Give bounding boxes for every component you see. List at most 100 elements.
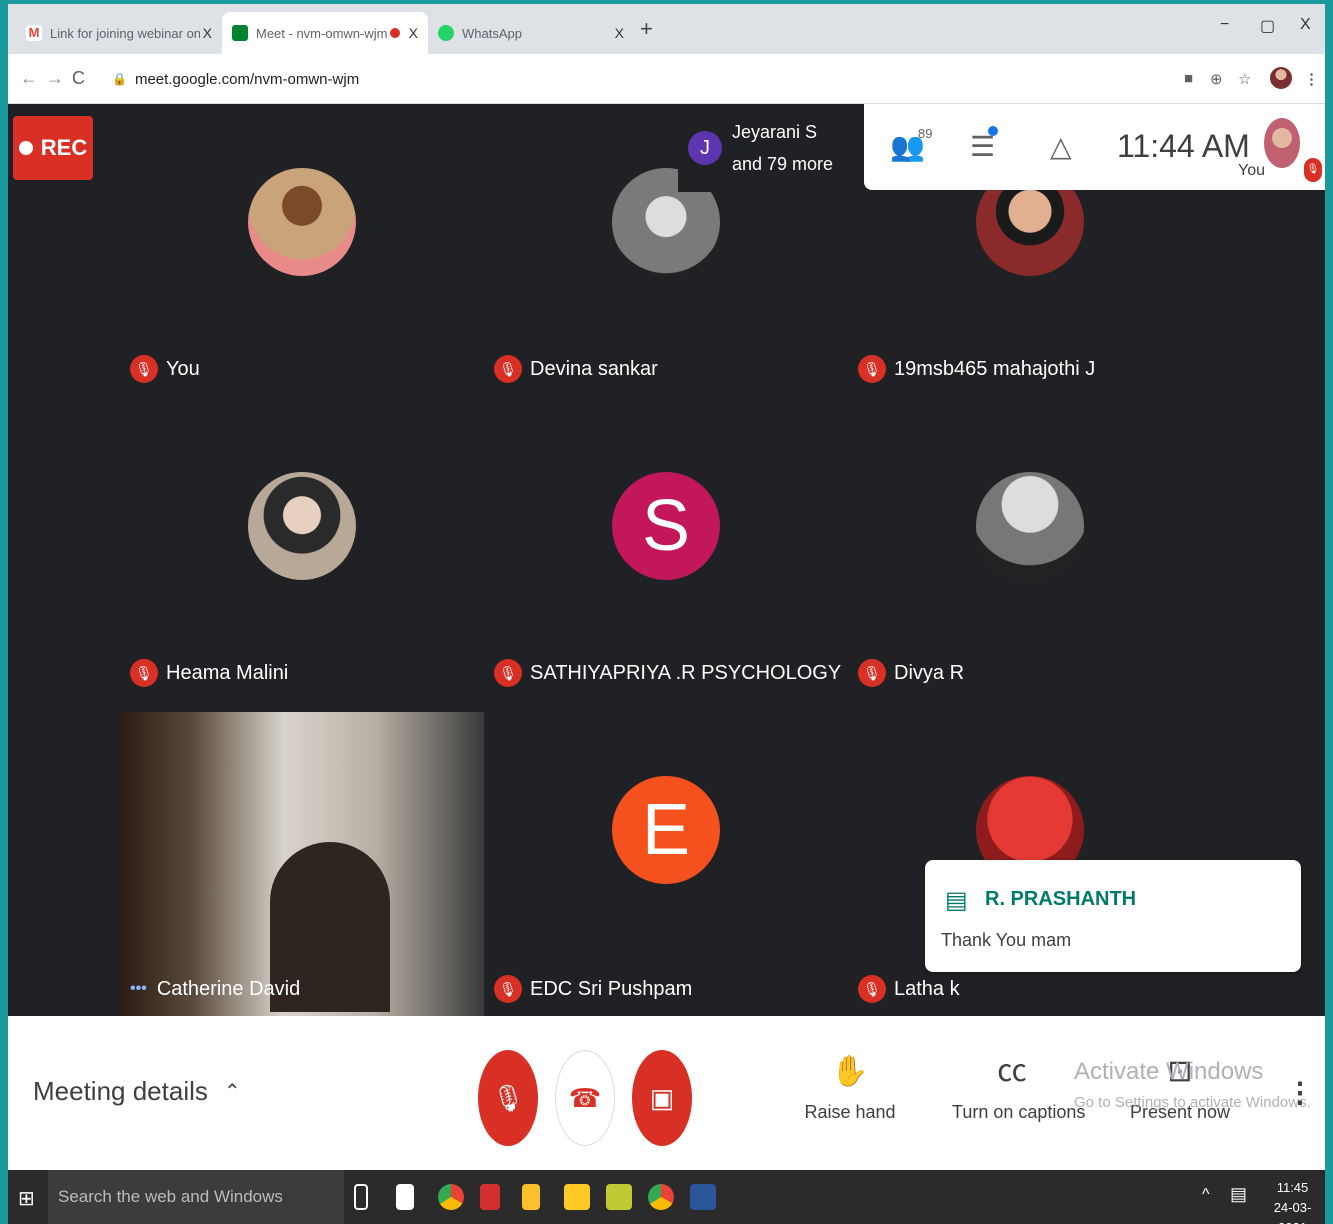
captions-label: Turn on captions (952, 1102, 1086, 1122)
participant-tile[interactable]: 🎙 Divya R (848, 408, 1212, 712)
participant-name: SATHIYAPRIYA .R PSYCHOLOGY (530, 661, 842, 684)
chrome-icon[interactable] (438, 1184, 464, 1210)
bookmark-star-icon[interactable]: ☆ (1238, 70, 1251, 88)
participant-tile[interactable]: 🎙 You (120, 104, 484, 408)
participant-name-row: 🎙 Latha k (858, 974, 960, 1004)
meet-top-toolbar: 👥 89 ☰ △ 11:44 AM You 🎙 (864, 104, 1325, 190)
presence-avatar: J (688, 131, 722, 165)
window-close-button[interactable]: X (1300, 16, 1311, 34)
participant-name: Divya R (894, 661, 965, 684)
address-bar: ← → C 🔒 meet.google.com/nvm-omwn-wjm ■ ⊕… (8, 54, 1325, 104)
avatar-letter: E (641, 790, 691, 870)
participant-tile[interactable]: S 🎙 SATHIYAPRIYA .R PSYCHOLOGY (484, 408, 848, 712)
meet-stage: REC 🎙 You 🎙 Devina sankar 🎙 19msb465 mah… (8, 104, 1325, 1016)
tab-close-button[interactable]: X (615, 25, 624, 41)
taskbar-search-placeholder: Search the web and Windows (58, 1187, 283, 1206)
leave-call-button[interactable]: ☎ (555, 1050, 615, 1146)
participant-tile[interactable]: E 🎙 EDC Sri Pushpam (484, 712, 848, 1016)
task-view-icon[interactable] (354, 1184, 368, 1210)
url-text: meet.google.com/nvm-omwn-wjm (134, 70, 360, 88)
camera-toggle-button[interactable]: ▣ (632, 1050, 692, 1146)
participants-summary[interactable]: J Jeyarani S and 79 more (678, 104, 864, 192)
self-view-avatar[interactable] (1264, 118, 1300, 168)
self-view-label: You (1238, 162, 1265, 179)
tab-title: Link for joining webinar on Work (50, 25, 200, 41)
tab-close-button[interactable]: X (409, 25, 418, 41)
menu-dots-icon[interactable]: ⋮ (1304, 70, 1319, 88)
chat-message-icon: ▤ (945, 887, 968, 914)
file-explorer-icon[interactable] (564, 1184, 590, 1210)
participant-name-row: ••• Catherine David (130, 974, 300, 1004)
participant-count: 89 (918, 126, 933, 141)
activities-icon[interactable]: △ (1050, 130, 1072, 163)
activate-windows-subtitle: Go to Settings to activate Windows. (1074, 1094, 1311, 1111)
back-icon[interactable]: ← (20, 68, 38, 89)
recording-indicator-icon (390, 28, 400, 38)
chat-message: Thank You mam (941, 930, 1072, 950)
avatar-letter: S (641, 486, 691, 566)
taskbar-date: 24-03-2021 (1273, 1200, 1312, 1224)
taskbar-clock[interactable]: 11:45 24-03-2021 (1260, 1178, 1325, 1224)
mic-off-icon: 🎙 (130, 659, 158, 687)
participant-name-row: 🎙 You (130, 354, 200, 384)
mic-toggle-button[interactable]: 🎙 (478, 1050, 538, 1146)
acrobat-icon[interactable] (480, 1184, 500, 1210)
tab-title: WhatsApp (462, 25, 522, 41)
notifications-icon[interactable]: ▤ (1230, 1184, 1247, 1205)
whatsapp-icon (438, 25, 454, 41)
meeting-clock: 11:44 AM (1117, 128, 1250, 164)
forward-icon[interactable]: → (46, 68, 64, 89)
presence-line2: and 79 more (732, 154, 834, 174)
tab-meet[interactable]: Meet - nvm-omwn-wjm X (222, 12, 428, 54)
participant-avatar: E (612, 776, 720, 884)
meeting-details-label: Meeting details (33, 1076, 208, 1106)
presence-line1: Jeyarani S (732, 122, 818, 142)
profile-avatar[interactable] (1270, 67, 1292, 89)
recording-badge: REC (13, 116, 93, 180)
more-options-icon[interactable]: ⋮ (1286, 1076, 1314, 1109)
participant-name: You (166, 357, 200, 380)
minimize-button[interactable]: − (1220, 16, 1229, 34)
sticky-notes-icon[interactable] (606, 1184, 632, 1210)
mic-off-icon: 🎙 (858, 659, 886, 687)
participant-video-tile[interactable]: ••• Catherine David (120, 712, 484, 1016)
participant-name: Latha k (894, 977, 960, 1000)
chevron-up-icon: ⌃ (223, 1081, 241, 1103)
zoom-icon[interactable]: ⊕ (1210, 70, 1223, 88)
file-icon[interactable] (522, 1184, 540, 1210)
self-mic-off-icon: 🎙 (1304, 158, 1322, 182)
rec-label: REC (40, 135, 88, 160)
participant-avatar (248, 472, 356, 580)
windows-start-icon[interactable]: ⊞ (18, 1186, 35, 1211)
participant-tile[interactable]: 🎙 Heama Malini (120, 408, 484, 712)
participant-name-row: 🎙 Divya R (858, 658, 964, 688)
taskbar-search[interactable]: Search the web and Windows (48, 1170, 344, 1224)
meeting-details-button[interactable]: Meeting details ⌃ (33, 1076, 241, 1107)
participant-name-row: 🎙 SATHIYAPRIYA .R PSYCHOLOGY (494, 658, 841, 688)
participant-name: Devina sankar (530, 357, 658, 380)
tab-whatsapp[interactable]: WhatsApp X (428, 12, 634, 54)
chat-sender: R. PRASHANTH (985, 888, 1137, 910)
maximize-button[interactable]: ▢ (1260, 16, 1275, 36)
mic-off-icon: 🎙 (494, 975, 522, 1003)
chrome-active-icon[interactable] (648, 1184, 674, 1210)
reload-icon[interactable]: C (72, 68, 85, 89)
participant-name-row: 🎙 Devina sankar (494, 354, 658, 384)
raise-hand-button[interactable]: ✋ Raise hand (790, 1050, 910, 1123)
chat-notification[interactable]: ▤ R. PRASHANTH Thank You mam (925, 860, 1301, 972)
word-icon[interactable] (690, 1184, 716, 1210)
tab-title: Meet - nvm-omwn-wjm (256, 25, 388, 41)
new-tab-button[interactable]: + (640, 16, 653, 42)
participant-name: Heama Malini (166, 661, 289, 684)
mic-off-icon: 🎙 (858, 355, 886, 383)
captions-button[interactable]: ㏄ Turn on captions (952, 1050, 1086, 1123)
participant-avatar (976, 472, 1084, 580)
camera-indicator-icon[interactable]: ■ (1184, 70, 1193, 87)
tab-gmail[interactable]: M Link for joining webinar on Work X (16, 12, 222, 54)
store-icon[interactable] (396, 1184, 414, 1210)
tab-close-button[interactable]: X (203, 25, 212, 41)
camera-off-icon: ▣ (649, 1082, 675, 1113)
hang-up-icon: ☎ (568, 1082, 602, 1113)
url-field[interactable]: 🔒 meet.google.com/nvm-omwn-wjm (100, 62, 1170, 96)
tray-expand-icon[interactable]: ^ (1202, 1186, 1210, 1204)
